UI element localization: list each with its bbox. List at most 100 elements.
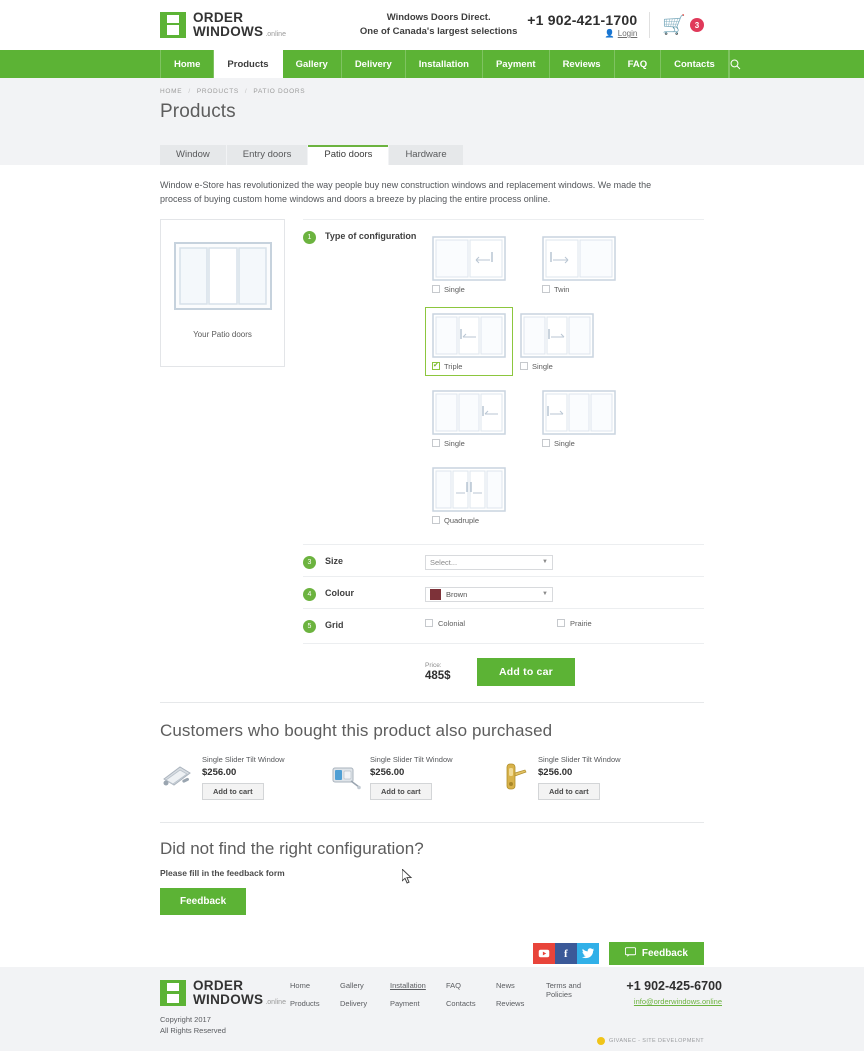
- product-price: $256.00: [370, 766, 405, 778]
- config-checkbox-row[interactable]: Twin: [542, 285, 616, 294]
- product-add-to-cart-button[interactable]: Add to cart: [202, 782, 264, 800]
- tagline-line-2: One of Canada's largest selections: [359, 26, 518, 37]
- config-step-5: 5 Grid Colonial Prairie: [303, 607, 704, 639]
- footer-email[interactable]: info@orderwindows.online: [602, 997, 722, 1006]
- chevron-down-icon: ▼: [542, 559, 548, 566]
- grid-option-prairie[interactable]: Prairie: [557, 619, 689, 628]
- social-bar: f Feedback: [0, 940, 864, 967]
- footer-link-faq[interactable]: FAQ: [446, 981, 496, 990]
- footer-logo[interactable]: ORDER WINDOWS .online Copyright 2017 All …: [160, 979, 290, 1036]
- config-option-quadruple[interactable]: Quadruple: [425, 461, 513, 530]
- breadcrumb: HOME / PRODUCTS / PATIO DOORS: [160, 88, 704, 95]
- size-select[interactable]: Select... ▼: [425, 554, 553, 570]
- footer-link-reviews[interactable]: Reviews: [496, 999, 546, 1008]
- product-card[interactable]: Single Slider Tilt Window $256.00 Add to…: [496, 755, 664, 800]
- login-row[interactable]: 👤 Login: [527, 29, 638, 38]
- checkbox-icon[interactable]: [425, 619, 433, 628]
- nav-item-payment[interactable]: Payment: [483, 50, 550, 78]
- logo-line2: WINDOWS: [193, 23, 264, 39]
- door-art-3-panel-a: [520, 313, 594, 358]
- header-phone[interactable]: +1 902-421-1700: [527, 12, 637, 28]
- config-checkbox-row[interactable]: Single: [432, 285, 506, 294]
- config-option-triple[interactable]: Triple: [425, 306, 513, 376]
- colour-select[interactable]: Brown ▼: [425, 586, 553, 602]
- grid-checkbox-group: Colonial Prairie: [425, 619, 704, 628]
- footer-link-installation[interactable]: Installation: [390, 981, 446, 990]
- footer-link-news[interactable]: News: [496, 981, 546, 990]
- price-value: 485$: [425, 669, 451, 682]
- config-option-single-3[interactable]: Single: [425, 384, 513, 453]
- door-art-4-panel: [432, 467, 506, 512]
- facebook-icon[interactable]: f: [554, 943, 577, 965]
- main-navigation: Home Products Gallery Delivery Installat…: [0, 50, 864, 78]
- checkbox-icon[interactable]: [542, 439, 550, 448]
- product-add-to-cart-button[interactable]: Add to cart: [370, 782, 432, 800]
- add-to-cart-button[interactable]: Add to car: [477, 657, 575, 686]
- product-card[interactable]: Single Slider Tilt Window $256.00 Add to…: [328, 755, 496, 800]
- feedback-button[interactable]: Feedback: [160, 887, 247, 915]
- nav-item-home[interactable]: Home: [160, 50, 215, 78]
- footer-phone[interactable]: +1 902-425-6700: [602, 979, 722, 993]
- nav-item-gallery[interactable]: Gallery: [283, 50, 342, 78]
- header-tagline: Windows Doors Direct. One of Canada's la…: [350, 11, 527, 39]
- grid-option-colonial[interactable]: Colonial: [425, 619, 557, 628]
- checkbox-icon[interactable]: [557, 619, 565, 628]
- footer-link-contacts[interactable]: Contacts: [446, 999, 496, 1008]
- checkbox-icon[interactable]: [542, 285, 550, 294]
- developer-credit[interactable]: GIVANEC - SITE DEVELOPMENT: [597, 1036, 704, 1045]
- nav-item-products[interactable]: Products: [214, 50, 283, 78]
- checkbox-icon[interactable]: [520, 362, 528, 371]
- feedback-title: Did not find the right configuration?: [160, 838, 424, 858]
- product-info: Single Slider Tilt Window $256.00 Add to…: [538, 755, 621, 800]
- config-option-label: Single: [532, 361, 553, 371]
- login-link[interactable]: Login: [618, 29, 638, 38]
- config-checkbox-row[interactable]: Single: [542, 439, 616, 448]
- cart-button[interactable]: 🛒 3: [662, 16, 704, 35]
- breadcrumb-home[interactable]: HOME: [160, 88, 182, 95]
- nav-item-reviews[interactable]: Reviews: [550, 50, 615, 78]
- product-add-to-cart-button[interactable]: Add to cart: [538, 782, 600, 800]
- checkbox-icon[interactable]: [432, 516, 440, 525]
- footer-feedback-button[interactable]: Feedback: [608, 942, 704, 966]
- config-option-single-1[interactable]: Single: [425, 230, 513, 299]
- tab-patio-doors[interactable]: Patio doors: [308, 144, 389, 165]
- footer-link-terms[interactable]: Terms and Policies: [546, 981, 602, 999]
- footer-column: Home Products: [290, 981, 340, 1036]
- footer-link-payment[interactable]: Payment: [390, 999, 446, 1008]
- config-option-single-4[interactable]: Single: [535, 384, 623, 453]
- config-checkbox-row[interactable]: Triple: [432, 361, 506, 371]
- youtube-icon[interactable]: [532, 943, 555, 965]
- config-option-single-2[interactable]: Single: [513, 307, 601, 376]
- copyright-line-1: Copyright 2017: [160, 1014, 211, 1024]
- nav-item-installation[interactable]: Installation: [406, 50, 483, 78]
- twitter-icon[interactable]: [576, 943, 599, 965]
- nav-item-contacts[interactable]: Contacts: [661, 50, 729, 78]
- footer-link-products[interactable]: Products: [290, 999, 340, 1008]
- footer-link-delivery[interactable]: Delivery: [340, 999, 390, 1008]
- search-icon[interactable]: [728, 50, 741, 78]
- config-checkbox-row[interactable]: Quadruple: [432, 516, 506, 525]
- nav-item-delivery[interactable]: Delivery: [342, 50, 406, 78]
- nav-item-faq[interactable]: FAQ: [615, 50, 662, 78]
- cart-icon[interactable]: 🛒: [662, 16, 686, 35]
- product-price: $256.00: [202, 766, 237, 778]
- product-info: Single Slider Tilt Window $256.00 Add to…: [370, 755, 453, 800]
- config-checkbox-row[interactable]: Single: [432, 439, 506, 448]
- site-logo[interactable]: ORDER WINDOWS .online: [160, 10, 350, 40]
- tab-window[interactable]: Window: [160, 144, 226, 165]
- product-card[interactable]: Single Slider Tilt Window $256.00 Add to…: [160, 755, 328, 800]
- footer-link-gallery[interactable]: Gallery: [340, 981, 390, 990]
- checkbox-icon[interactable]: [432, 439, 440, 448]
- config-checkbox-row[interactable]: Single: [520, 362, 594, 371]
- page-title: Products: [160, 101, 236, 122]
- tab-entry-doors[interactable]: Entry doors: [226, 144, 308, 165]
- tab-hardware[interactable]: Hardware: [389, 144, 463, 165]
- breadcrumb-products[interactable]: PRODUCTS: [197, 88, 239, 95]
- step-4-badge: 4: [303, 587, 316, 601]
- checkbox-icon-checked[interactable]: [432, 361, 440, 371]
- config-option-label: Triple: [444, 361, 463, 371]
- preview-label: Your Patio doors: [193, 330, 252, 340]
- checkbox-icon[interactable]: [432, 285, 440, 294]
- footer-link-home[interactable]: Home: [290, 981, 340, 990]
- config-option-twin[interactable]: Twin: [535, 230, 623, 299]
